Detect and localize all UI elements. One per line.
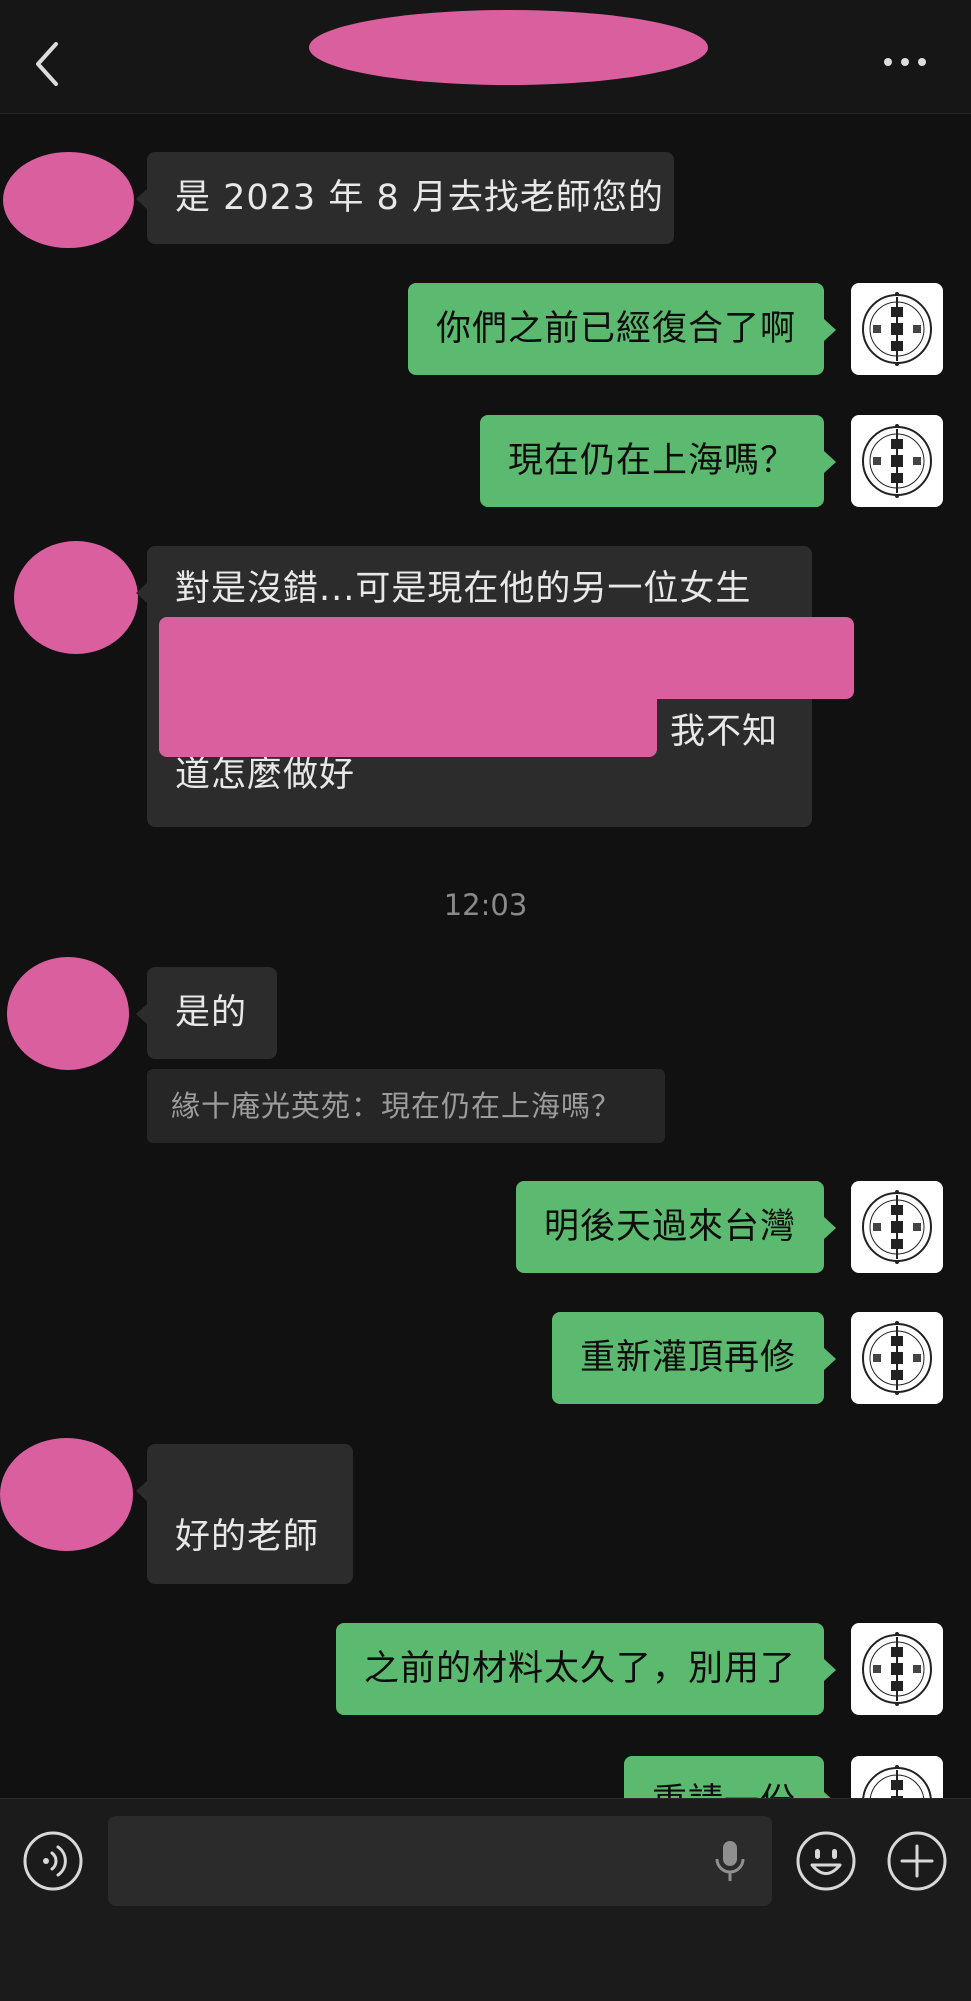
seal-stamp-icon <box>862 292 932 366</box>
more-options-button[interactable] <box>880 40 930 84</box>
own-seal-avatar[interactable] <box>851 283 943 375</box>
message-text: 你們之前已經復合了啊 <box>435 309 796 349</box>
quoted-reply[interactable]: 緣十庵光英苑：現在仍在上海嗎？ <box>147 1069 665 1143</box>
outgoing-message-bubble[interactable]: 重新灌頂再修 <box>551 1312 837 1404</box>
emoji-icon <box>796 1831 856 1891</box>
chevron-left-icon <box>36 42 58 86</box>
message-text: 明後天過來台灣 <box>543 1207 796 1247</box>
own-seal-avatar[interactable] <box>851 1181 943 1273</box>
message-text: 是的 <box>175 993 248 1033</box>
more-actions-button[interactable] <box>886 1830 948 1892</box>
seal-stamp-icon <box>862 424 932 498</box>
outgoing-message-bubble[interactable]: 之前的材料太久了，別用了 <box>335 1623 837 1715</box>
incoming-message-bubble[interactable]: 是 2023 年 8 月去找老師您的 <box>136 152 674 244</box>
message-text: 重新灌頂再修 <box>579 1338 796 1378</box>
own-seal-avatar[interactable] <box>851 1312 943 1404</box>
message-text: 重請一份 <box>652 1782 796 1798</box>
message-timestamp: 12:03 <box>443 888 528 922</box>
redacted-contact-avatar[interactable] <box>7 957 129 1070</box>
redacted-chat-title <box>309 10 708 85</box>
seal-stamp-icon <box>862 1765 932 1798</box>
message-input-bar <box>0 1798 971 2001</box>
own-seal-avatar[interactable] <box>851 1756 943 1798</box>
more-horizontal-icon <box>884 58 926 66</box>
incoming-message-bubble[interactable]: 好的老師 <box>136 1444 353 1584</box>
message-text-line: 對是沒錯...可是現在他的另一位女生 <box>175 569 752 609</box>
message-text: 之前的材料太久了，別用了 <box>363 1649 796 1689</box>
voice-mode-icon <box>23 1831 83 1891</box>
redacted-contact-avatar[interactable] <box>3 152 134 248</box>
message-text: 好的老師 <box>175 1517 320 1557</box>
message-input[interactable] <box>108 1816 772 1906</box>
microphone-icon <box>715 1841 745 1881</box>
back-button[interactable] <box>28 36 72 92</box>
chat-header <box>0 0 971 114</box>
outgoing-message-bubble[interactable]: 現在仍在上海嗎？ <box>479 415 837 507</box>
redacted-message-content <box>159 673 657 757</box>
plus-circle-icon <box>887 1831 947 1891</box>
seal-stamp-icon <box>862 1190 932 1264</box>
seal-stamp-icon <box>862 1632 932 1706</box>
message-text-line: 道怎麼做好 <box>175 755 356 795</box>
message-text-line: 我不知 <box>670 712 779 752</box>
emoji-button[interactable] <box>795 1830 857 1892</box>
outgoing-message-bubble[interactable]: 明後天過來台灣 <box>515 1181 837 1273</box>
microphone-button[interactable] <box>706 1837 754 1885</box>
seal-stamp-icon <box>862 1321 932 1395</box>
own-seal-avatar[interactable] <box>851 415 943 507</box>
voice-mode-button[interactable] <box>22 1830 84 1892</box>
incoming-message-bubble[interactable]: 是的 <box>136 967 277 1059</box>
redacted-contact-avatar[interactable] <box>14 541 138 654</box>
outgoing-message-bubble[interactable]: 重請一份 <box>623 1756 837 1798</box>
own-seal-avatar[interactable] <box>851 1623 943 1715</box>
message-text: 是 2023 年 8 月去找老師您的 <box>175 178 664 218</box>
message-text: 現在仍在上海嗎？ <box>507 441 796 481</box>
redacted-contact-avatar[interactable] <box>0 1438 133 1551</box>
message-list[interactable]: 是 2023 年 8 月去找老師您的 你們之前已經復合了啊 現在仍在上海嗎？ 對… <box>0 113 971 1798</box>
outgoing-message-bubble[interactable]: 你們之前已經復合了啊 <box>407 283 837 375</box>
